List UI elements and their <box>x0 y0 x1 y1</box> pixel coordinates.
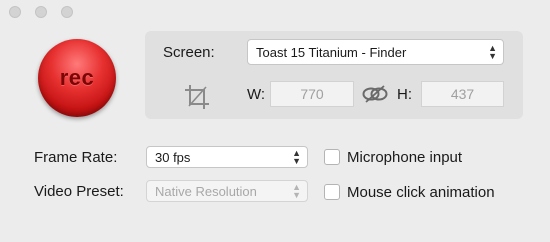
width-label: W: <box>247 86 266 103</box>
video-preset-select-value: Native Resolution <box>155 183 257 199</box>
crop-icon[interactable] <box>182 82 212 112</box>
frame-rate-label: Frame Rate: <box>34 149 118 166</box>
chevron-updown-icon: ▲ ▼ <box>488 43 497 61</box>
link-icon[interactable] <box>362 83 388 105</box>
screen-label: Screen: <box>163 44 215 61</box>
video-preset-select[interactable]: Native Resolution ▲ ▼ <box>146 180 308 202</box>
zoom-window-button[interactable] <box>61 6 73 18</box>
chevron-updown-icon: ▲ ▼ <box>292 148 301 166</box>
frame-rate-select-value: 30 fps <box>155 149 191 165</box>
microphone-input-checkbox[interactable] <box>324 149 340 165</box>
height-field[interactable]: 437 <box>421 81 504 107</box>
record-button[interactable]: rec <box>38 39 116 117</box>
video-preset-label: Video Preset: <box>34 183 124 200</box>
close-window-button[interactable] <box>9 6 21 18</box>
minimize-window-button[interactable] <box>35 6 47 18</box>
title-bar <box>0 0 550 24</box>
screen-select-value: Toast 15 Titanium - Finder <box>256 44 407 60</box>
width-field[interactable]: 770 <box>270 81 354 107</box>
screen-select[interactable]: Toast 15 Titanium - Finder ▲ ▼ <box>247 39 504 65</box>
mouse-click-animation-checkbox[interactable] <box>324 184 340 200</box>
microphone-input-label: Microphone input <box>347 149 463 166</box>
height-label: H: <box>397 86 412 103</box>
chevron-updown-icon: ▲ ▼ <box>292 182 301 200</box>
frame-rate-select[interactable]: 30 fps ▲ ▼ <box>146 146 308 168</box>
mouse-click-animation-label: Mouse click animation <box>347 184 495 201</box>
record-button-label: rec <box>59 65 95 90</box>
